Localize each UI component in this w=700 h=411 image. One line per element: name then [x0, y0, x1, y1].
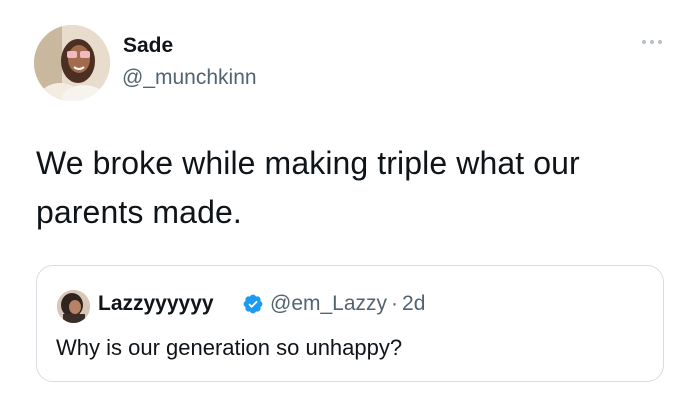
author-display-name[interactable]: Sade: [123, 34, 173, 58]
more-options-icon[interactable]: [640, 36, 664, 48]
author-handle[interactable]: @_munchkinn: [122, 66, 257, 90]
verified-badge-icon: [243, 294, 263, 314]
avatar-photo-icon: [34, 25, 110, 101]
quoted-tweet-text: Why is our generation so unhappy?: [56, 335, 403, 360]
quoted-author-handle[interactable]: @em_Lazzy: [270, 292, 387, 315]
avatar-photo-icon: [57, 290, 90, 323]
author-avatar[interactable]: [34, 25, 110, 101]
quoted-author-meta: @em_Lazzy · 2d: [270, 292, 425, 316]
quoted-tweet[interactable]: Lazzyyyyyy @em_Lazzy · 2d Why is our gener…: [36, 265, 664, 382]
quoted-author-display-name[interactable]: Lazzyyyyyy: [98, 292, 214, 316]
tweet-text: We broke while making triple what our pa…: [36, 145, 580, 230]
quoted-author-avatar[interactable]: [57, 290, 90, 323]
quoted-tweet-age[interactable]: 2d: [402, 292, 425, 315]
tweet-card: Sade @_munchkinn We broke while making t…: [0, 0, 700, 411]
meta-separator: ·: [391, 292, 399, 315]
